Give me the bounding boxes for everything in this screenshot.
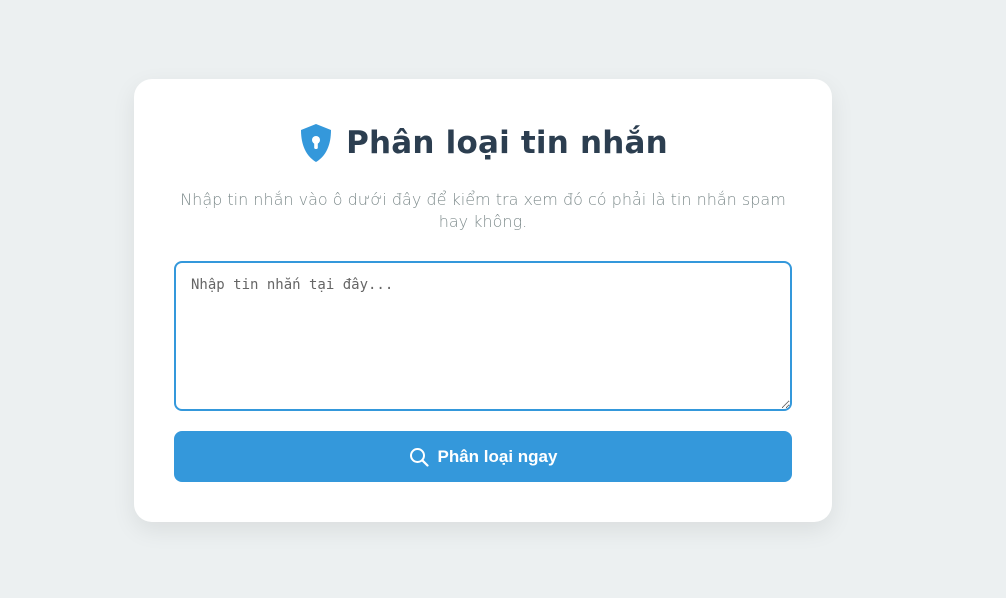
message-input[interactable]	[174, 261, 792, 411]
classifier-card: Phân loại tin nhắn Nhập tin nhắn vào ô d…	[134, 79, 832, 522]
shield-keyhole-icon	[301, 124, 332, 162]
page-title: Phân loại tin nhắn	[346, 125, 668, 161]
classify-button[interactable]: Phân loại ngay	[174, 431, 792, 482]
classify-button-label: Phân loại ngay	[437, 446, 558, 466]
page-subtitle: Nhập tin nhắn vào ô dưới đây để kiểm tra…	[180, 190, 786, 231]
search-icon	[409, 447, 429, 467]
header: Phân loại tin nhắn	[134, 123, 832, 163]
